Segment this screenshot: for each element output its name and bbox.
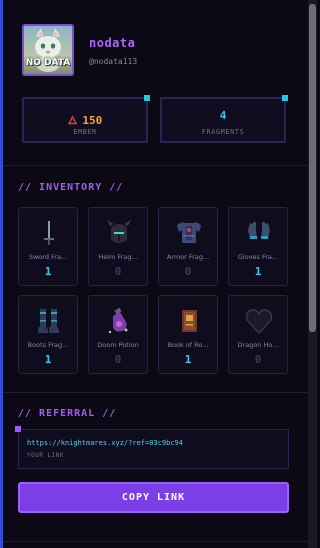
- section-divider: [3, 392, 308, 393]
- inventory-item[interactable]: Book of Ro... 1: [158, 295, 218, 374]
- item-count: 0: [184, 265, 192, 278]
- sword-icon: [44, 221, 54, 245]
- item-name: Dragon Ho...: [237, 341, 279, 349]
- referral-link-label: YOUR LINK: [27, 452, 65, 459]
- scrollbar-thumb[interactable]: [309, 4, 316, 332]
- user-handle: @nodata113: [89, 57, 138, 66]
- inventory-item[interactable]: Helm Frag... 0: [88, 207, 148, 286]
- item-count: 1: [254, 265, 262, 278]
- avatar[interactable]: NO DATA: [22, 24, 74, 76]
- inventory-item[interactable]: Gloves Fra... 1: [228, 207, 288, 286]
- dragon-heart-icon: [245, 309, 273, 335]
- item-name: Gloves Fra...: [237, 253, 279, 261]
- ember-value: 150: [82, 114, 103, 127]
- section-divider: [3, 165, 308, 166]
- avatar-label: NO DATA: [25, 58, 71, 68]
- item-name: Armor Frag...: [166, 253, 210, 261]
- inventory-title: // INVENTORY //: [18, 182, 124, 193]
- referral-title: // REFERRAL //: [18, 408, 117, 419]
- boots-icon: [38, 309, 59, 333]
- item-name: Book of Ro...: [167, 341, 209, 349]
- ember-label: EMBER: [73, 128, 97, 136]
- item-name: Sword Fra...: [28, 253, 68, 261]
- fragments-stat-card: 4 FRAGMENTS: [160, 95, 288, 143]
- item-name: Helm Frag...: [98, 253, 138, 261]
- inventory-item[interactable]: Dragon Ho... 0: [228, 295, 288, 374]
- corner-accent: [15, 426, 21, 432]
- item-count: 1: [184, 353, 192, 366]
- gloves-icon: [248, 222, 270, 239]
- referral-link-box[interactable]: https://knightmares.xyz/?ref=03c9bc94 YO…: [15, 426, 289, 469]
- flame-icon: 🜂: [67, 114, 78, 127]
- panel-left-border: [0, 0, 3, 548]
- referral-link[interactable]: https://knightmares.xyz/?ref=03c9bc94: [27, 439, 183, 447]
- helm-icon: [107, 220, 131, 243]
- ember-stat-card: 🜂 150 EMBER: [22, 95, 150, 143]
- inventory-item[interactable]: Sword Fra... 1: [18, 207, 78, 286]
- item-name: Boots Frag...: [27, 341, 69, 349]
- corner-accent: [144, 95, 150, 101]
- fragments-label: FRAGMENTS: [201, 128, 245, 136]
- book-icon: [182, 310, 197, 332]
- inventory-item[interactable]: Doom Potion 0: [88, 295, 148, 374]
- item-count: 0: [114, 265, 122, 278]
- corner-accent: [282, 95, 288, 101]
- section-divider: [3, 541, 308, 542]
- item-count: 1: [44, 353, 52, 366]
- item-name: Doom Potion: [97, 341, 139, 349]
- profile-header: NO DATA nodata @nodata113: [22, 24, 292, 80]
- copy-link-button[interactable]: COPY LINK: [18, 482, 289, 513]
- username: nodata: [89, 36, 136, 50]
- item-count: 0: [114, 353, 122, 366]
- inventory-item[interactable]: Armor Frag... 0: [158, 207, 218, 286]
- inventory-item[interactable]: Boots Frag... 1: [18, 295, 78, 374]
- scrollbar-track[interactable]: [308, 0, 317, 548]
- item-count: 1: [44, 265, 52, 278]
- potion-icon: [108, 307, 128, 334]
- fragments-value: 4: [219, 109, 227, 122]
- item-count: 0: [254, 353, 262, 366]
- armor-icon: [177, 222, 201, 243]
